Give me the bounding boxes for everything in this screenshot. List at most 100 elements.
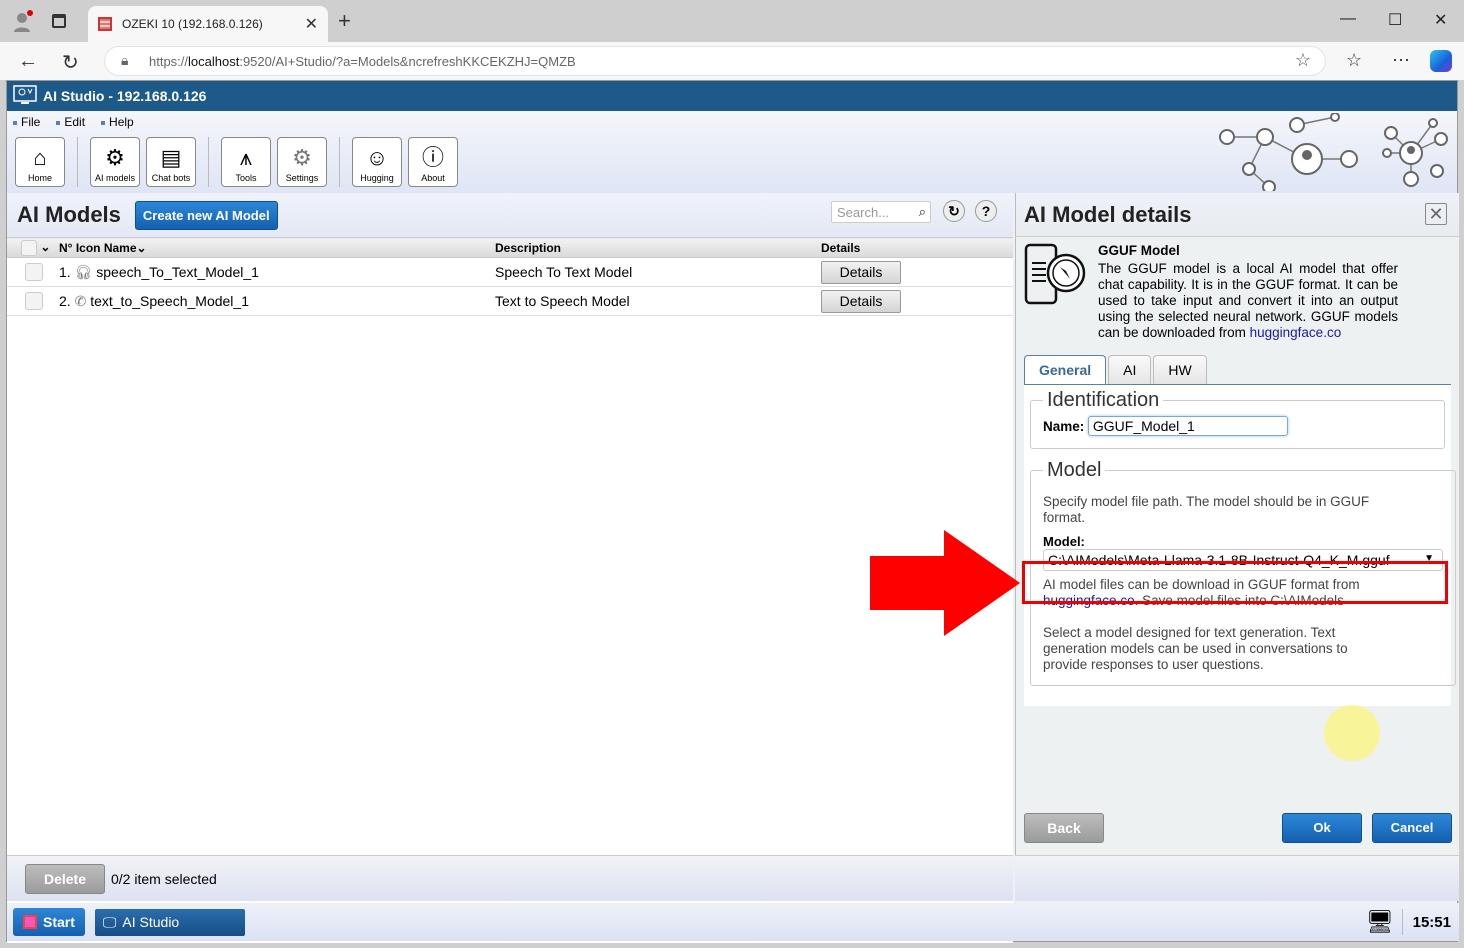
help-button[interactable]: ? (975, 200, 997, 222)
close-tab-icon[interactable]: ✕ (305, 14, 318, 34)
general-tab-pane: Identification Name: Model Specify model… (1024, 385, 1456, 706)
close-window-icon[interactable]: ✕ (1434, 10, 1447, 30)
chat-bots-icon: ▤ (160, 145, 182, 170)
delete-button[interactable]: Delete (25, 863, 105, 894)
gear-icon: ⚙ (292, 145, 312, 170)
toolbar-hugging-button[interactable]: ☺ Hugging (352, 137, 402, 187)
row-number: 1. (59, 263, 71, 280)
tab-general[interactable]: General (1024, 355, 1107, 384)
taskbar-ai-studio[interactable]: 🖵 AI Studio (94, 908, 245, 936)
info-icon: ⓘ (421, 145, 444, 170)
menu-bar: File Edit Help (13, 115, 134, 129)
toolbar-chat-bots-button[interactable]: ▤ Chat bots (146, 137, 196, 187)
col-num: N° (59, 240, 73, 255)
download-help-suffix: . Save model files into C:\AIModels (1134, 593, 1344, 608)
details-actions: Back Ok Cancel (1016, 813, 1460, 843)
description-column-header[interactable]: Description (495, 237, 821, 258)
maximize-window-icon[interactable]: ☐ (1388, 10, 1402, 30)
url-field[interactable]: 🔒︎ https://localhost:9520/AI+Studio/?a=M… (104, 46, 1326, 76)
text-to-speech-icon: ✆ (74, 292, 87, 309)
search-input[interactable]: Search... ⌕ (831, 201, 931, 223)
menu-file[interactable]: File (13, 115, 40, 129)
model-label: Model: (1043, 534, 1085, 549)
cancel-button[interactable]: Cancel (1372, 813, 1452, 843)
start-label: Start (43, 914, 75, 930)
select-dropdown-icon[interactable]: ⌄ (40, 240, 50, 254)
model-intro: GGUF Model The GGUF model is a local AI … (1016, 237, 1459, 347)
details-header: AI Model details ✕ (1016, 193, 1459, 237)
ai-studio-logo-icon (13, 85, 37, 104)
tab-actions-icon[interactable] (52, 14, 66, 28)
name-label: Name: (1043, 419, 1085, 434)
create-new-ai-model-button[interactable]: Create new AI Model (134, 200, 278, 230)
row-checkbox[interactable] (25, 292, 43, 311)
download-help-text: AI model files can be download in GGUF f… (1043, 577, 1360, 592)
toolbar-label: Home (27, 173, 52, 183)
details-button[interactable]: Details (821, 260, 901, 284)
toolbar-settings-button[interactable]: ⚙ Settings (277, 137, 327, 187)
model-select[interactable]: C:\AIModels\Meta-Llama-3.1-8B-Instruct-Q… (1043, 549, 1443, 571)
col-name[interactable]: Name (104, 241, 137, 255)
table-row[interactable]: 1. 🎧︎ speech_To_Text_Model_1 Speech To T… (7, 257, 1013, 287)
col-icon: Icon (75, 240, 101, 255)
download-huggingface-link[interactable]: huggingface.co (1043, 593, 1135, 608)
url-host: localhost (188, 53, 240, 69)
home-icon: ⌂ (33, 145, 47, 170)
search-icon[interactable]: ⌕ (919, 204, 926, 220)
row-checkbox[interactable] (25, 263, 43, 282)
copilot-icon[interactable] (1430, 50, 1452, 72)
details-cell: Details (821, 286, 1013, 316)
table-row[interactable]: 2. ✆ text_to_Speech_Model_1 Text to Spee… (7, 286, 1013, 316)
toolbar-ai-models-button[interactable]: ⚙ AI models (90, 137, 140, 187)
toolbar-label: AI models (94, 173, 136, 183)
select-all-header[interactable]: ⌄ (7, 237, 59, 258)
toolbar-home-button[interactable]: ⌂ Home (15, 137, 65, 187)
menu-help[interactable]: Help (101, 115, 134, 129)
back-icon[interactable]: ← (18, 50, 38, 73)
name-column-header[interactable]: N° Icon Name⌄ (59, 237, 495, 258)
models-table: ⌄ N° Icon Name⌄ Description Details 1. 🎧… (7, 237, 1013, 316)
name-input[interactable] (1087, 416, 1288, 436)
details-button[interactable]: Details (821, 289, 901, 313)
mouse-cursor-highlight (1324, 705, 1380, 761)
minimize-window-icon[interactable]: — (1340, 10, 1356, 28)
profile-icon[interactable] (12, 10, 34, 32)
red-arrow-annotation (870, 530, 1020, 636)
tab-ai[interactable]: AI (1108, 355, 1152, 384)
model-type-title: GGUF Model (1098, 243, 1180, 258)
row-select-cell (7, 286, 59, 316)
toolbar-about-button[interactable]: ⓘ About (408, 137, 458, 187)
favorite-star-icon[interactable]: ☆ (1295, 50, 1311, 71)
network-decoration-icon (1219, 113, 1448, 191)
lock-icon: 🔒︎ (121, 52, 129, 68)
select-all-checkbox[interactable] (21, 239, 37, 256)
toolbar-separator (339, 137, 340, 187)
desktop-icon[interactable]: 🖥︎ (1366, 909, 1403, 935)
favorites-icon[interactable]: ☆ (1346, 50, 1362, 71)
toolbar-label: Tools (235, 173, 257, 183)
toolbar-tools-button[interactable]: ⩚ Tools (221, 137, 271, 187)
reload-icon[interactable]: ↻ (62, 50, 79, 75)
sort-icon[interactable]: ⌄ (137, 241, 147, 255)
new-tab-icon[interactable]: + (338, 8, 351, 34)
ok-button[interactable]: Ok (1282, 813, 1362, 843)
toolbar-label: Chat bots (151, 173, 191, 183)
tab-hw[interactable]: HW (1153, 355, 1207, 384)
toolbar-label: About (421, 173, 445, 183)
huggingface-link[interactable]: huggingface.co (1250, 325, 1342, 340)
ai-models-icon: ⚙ (105, 145, 125, 170)
refresh-button[interactable]: ↻ (943, 200, 965, 222)
models-footer: Delete 0/2 item selected (7, 855, 1013, 901)
url-prefix: https:// (149, 53, 189, 69)
browser-tab[interactable]: OZEKI 10 (192.168.0.126) ✕ (88, 6, 328, 42)
dropdown-arrow-icon[interactable]: ▼ (1424, 553, 1434, 564)
ai-studio-task-icon: 🖵 (102, 913, 117, 930)
model-description: Speech To Text Model (495, 257, 821, 287)
more-icon[interactable]: ⋯ (1392, 50, 1410, 71)
menu-edit[interactable]: Edit (56, 115, 85, 129)
start-button[interactable]: Start (13, 908, 85, 936)
ai-models-header: AI Models Create new AI Model Search... … (7, 193, 1013, 237)
toolbar: ⌂ Home ⚙ AI models ▤ Chat bots ⩚ Tools ⚙ Sett… (15, 137, 458, 187)
back-button[interactable]: Back (1024, 813, 1104, 843)
close-details-button[interactable]: ✕ (1425, 203, 1447, 225)
